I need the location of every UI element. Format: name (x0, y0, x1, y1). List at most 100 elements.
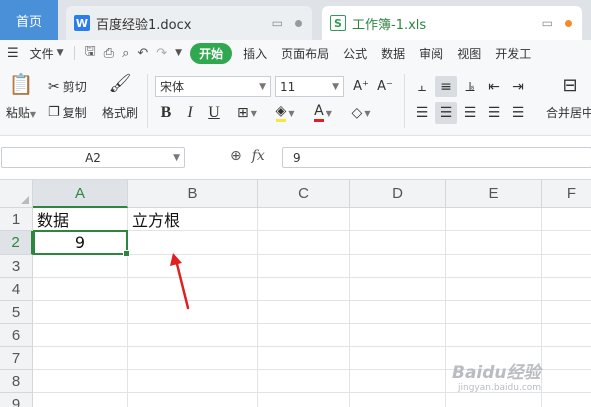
font-color-icon[interactable]: A ▼ (306, 102, 340, 124)
clear-format-icon[interactable]: ◇ ▼ (344, 102, 378, 124)
row-header-6[interactable]: 6 (0, 324, 33, 347)
menu-page-layout[interactable]: 页面布局 (274, 45, 336, 62)
align-right-icon[interactable]: ☰ (459, 102, 481, 124)
underline-icon[interactable]: U (204, 102, 224, 124)
grid-cell[interactable] (33, 324, 128, 347)
align-top-icon[interactable]: ⫠ (411, 76, 433, 97)
grid-cell[interactable] (33, 301, 128, 324)
format-painter-button[interactable]: 🖌 格式刷 (100, 72, 140, 121)
grid-cell[interactable] (446, 231, 542, 255)
grid-cell[interactable] (446, 278, 542, 301)
redo-icon[interactable]: ↷ (156, 46, 167, 61)
name-box[interactable]: A2 ▼ (1, 147, 185, 168)
row-header-4[interactable]: 4 (0, 278, 33, 301)
align-bottom-icon[interactable]: ⫡ (459, 76, 481, 97)
tab-document[interactable]: W 百度经验1.docx ▭ (66, 6, 312, 40)
grid-cell[interactable] (33, 393, 128, 407)
grid-cell[interactable] (258, 370, 350, 393)
row-header-5[interactable]: 5 (0, 301, 33, 324)
monitor-icon[interactable]: ▭ (542, 16, 553, 30)
bold-icon[interactable]: B (156, 102, 176, 124)
borders-icon[interactable]: ⊞ ▼ (230, 102, 264, 124)
grid-cell[interactable] (350, 255, 446, 278)
monitor-icon[interactable]: ▭ (272, 16, 283, 30)
chevron-down-icon[interactable]: ▼ (57, 48, 64, 58)
indent-increase-icon[interactable]: ⇥ (507, 76, 529, 97)
align-center-icon[interactable]: ☰ (435, 102, 457, 124)
row-header-1[interactable]: 1 (0, 208, 33, 231)
column-header-a[interactable]: A (33, 180, 128, 208)
grid-cell[interactable] (128, 324, 258, 347)
grid-cell[interactable] (350, 301, 446, 324)
grid-cell[interactable] (350, 231, 446, 255)
menu-data[interactable]: 数据 (374, 45, 412, 62)
chevron-down-icon[interactable]: ▼ (175, 48, 182, 58)
row-header-3[interactable]: 3 (0, 255, 33, 278)
zoom-search-icon[interactable]: ⊕ (230, 148, 242, 164)
indent-decrease-icon[interactable]: ⇤ (483, 76, 505, 97)
grid-cell[interactable] (542, 324, 591, 347)
select-all-corner[interactable] (0, 180, 33, 208)
row-header-7[interactable]: 7 (0, 347, 33, 370)
font-shrink-icon[interactable]: A⁻ (374, 76, 396, 97)
grid-cell[interactable] (542, 255, 591, 278)
merge-center-button[interactable]: ⊟ 合并居中 (542, 74, 591, 121)
font-size-select[interactable]: 11 ▼ (275, 76, 344, 97)
grid-cell[interactable] (258, 393, 350, 407)
grid-cell[interactable] (128, 370, 258, 393)
menu-developer[interactable]: 开发工 (488, 45, 538, 62)
grid-cell[interactable] (446, 255, 542, 278)
column-header-b[interactable]: B (128, 180, 258, 208)
grid-cell[interactable] (350, 324, 446, 347)
formula-input[interactable]: 9 (282, 147, 591, 168)
grid-cell[interactable] (542, 278, 591, 301)
grid-cell[interactable] (446, 324, 542, 347)
grid-cell[interactable] (542, 301, 591, 324)
save-icon[interactable]: 🖫 (85, 42, 96, 64)
tab-spreadsheet[interactable]: S 工作簿-1.xls ▭ (322, 6, 582, 40)
grid-cell[interactable] (258, 324, 350, 347)
font-grow-icon[interactable]: A⁺ (350, 76, 372, 97)
unsaved-dot-icon[interactable] (565, 19, 572, 27)
distributed-icon[interactable]: ☰ (507, 102, 529, 124)
menu-file[interactable]: 文件 (23, 45, 61, 62)
unsaved-dot-icon[interactable] (295, 19, 302, 27)
grid-cell[interactable] (128, 347, 258, 370)
align-left-icon[interactable]: ☰ (411, 102, 433, 124)
grid-cell[interactable] (446, 301, 542, 324)
grid-cell[interactable] (258, 301, 350, 324)
font-name-select[interactable]: 宋体 ▼ (155, 76, 271, 97)
print-preview-icon[interactable]: ⌕ (122, 46, 129, 61)
menu-insert[interactable]: 插入 (236, 45, 274, 62)
cell-a2[interactable]: 9 (33, 231, 128, 255)
undo-icon[interactable]: ↶ (137, 46, 148, 61)
row-header-9[interactable]: 9 (0, 393, 33, 407)
grid-cell[interactable] (258, 278, 350, 301)
menu-review[interactable]: 审阅 (412, 45, 450, 62)
grid-cell[interactable] (258, 231, 350, 255)
menu-icon[interactable]: ☰ (7, 46, 19, 61)
grid-cell[interactable] (258, 347, 350, 370)
grid-cell[interactable] (542, 231, 591, 255)
grid-cell[interactable] (350, 208, 446, 231)
tab-home[interactable]: 首页 (0, 0, 58, 40)
grid-cell[interactable] (258, 208, 350, 231)
grid-cell[interactable] (258, 255, 350, 278)
fill-color-icon[interactable]: ◈ ▼ (268, 102, 302, 124)
italic-icon[interactable]: I (180, 102, 200, 124)
align-middle-icon[interactable]: ≡ (435, 76, 457, 97)
print-icon[interactable]: ⎙ (104, 46, 114, 61)
grid-cell[interactable] (33, 370, 128, 393)
copy-button[interactable]: ❐ 复制 (48, 104, 87, 121)
column-header-c[interactable]: C (258, 180, 350, 208)
function-icon[interactable]: fx (252, 148, 265, 164)
grid-cell[interactable] (128, 393, 258, 407)
grid-cell[interactable] (350, 393, 446, 407)
grid-cell[interactable] (33, 347, 128, 370)
grid-cell[interactable] (33, 255, 128, 278)
justify-icon[interactable]: ☰ (483, 102, 505, 124)
column-header-e[interactable]: E (446, 180, 542, 208)
grid-cell[interactable] (350, 370, 446, 393)
grid-cell[interactable] (542, 208, 591, 231)
row-header-2[interactable]: 2 (0, 231, 33, 255)
